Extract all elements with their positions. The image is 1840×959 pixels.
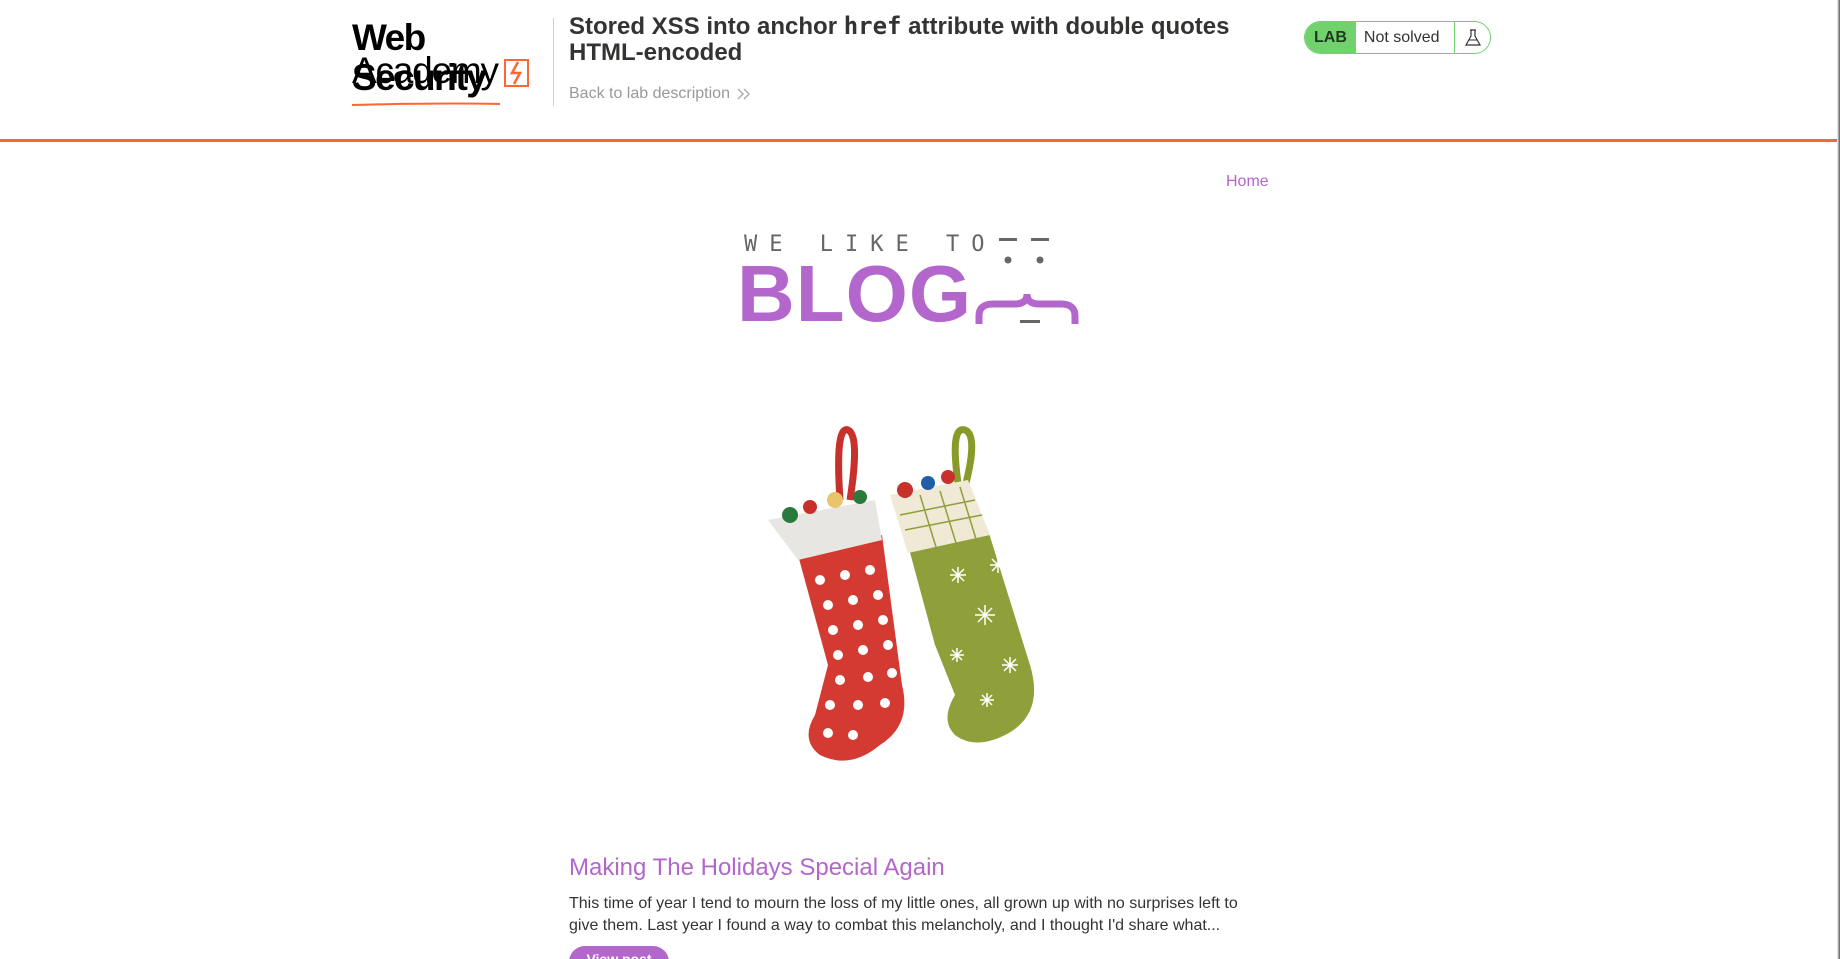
lab-status-widget: LAB Not solved — [1304, 21, 1492, 54]
blog-banner: WE LIKE TO BLOG — [735, 232, 1100, 338]
lab-title-code: href — [843, 12, 902, 40]
header-divider — [553, 18, 554, 106]
post-title-link[interactable]: Making The Holidays Special Again — [569, 854, 945, 882]
lab-title: Stored XSS into anchor href attribute wi… — [569, 13, 1289, 66]
lab-status-text: Not solved — [1363, 28, 1440, 46]
nav-home-link[interactable]: Home — [1226, 173, 1269, 191]
banner-face-icon — [975, 238, 1079, 324]
view-post-button[interactable]: View post — [569, 946, 669, 959]
christmas-stockings-image[interactable] — [740, 415, 1100, 775]
lab-tag: LAB — [1305, 22, 1356, 53]
double-chevron-right-icon — [737, 88, 750, 100]
academy-header: Web Security Academy Stored XSS into anc… — [0, 0, 1840, 142]
post-summary: This time of year I tend to mourn the lo… — [569, 895, 1238, 934]
lab-title-before: Stored XSS into anchor — [569, 13, 844, 40]
flask-icon[interactable] — [1454, 22, 1490, 53]
back-link-label: Back to lab description — [569, 85, 730, 102]
back-to-lab-description-link[interactable]: Back to lab description — [569, 85, 752, 103]
banner-word: BLOG — [737, 249, 973, 338]
web-security-academy-logo[interactable]: Web Security Academy — [350, 18, 550, 106]
logo-bolt-icon — [504, 59, 529, 87]
